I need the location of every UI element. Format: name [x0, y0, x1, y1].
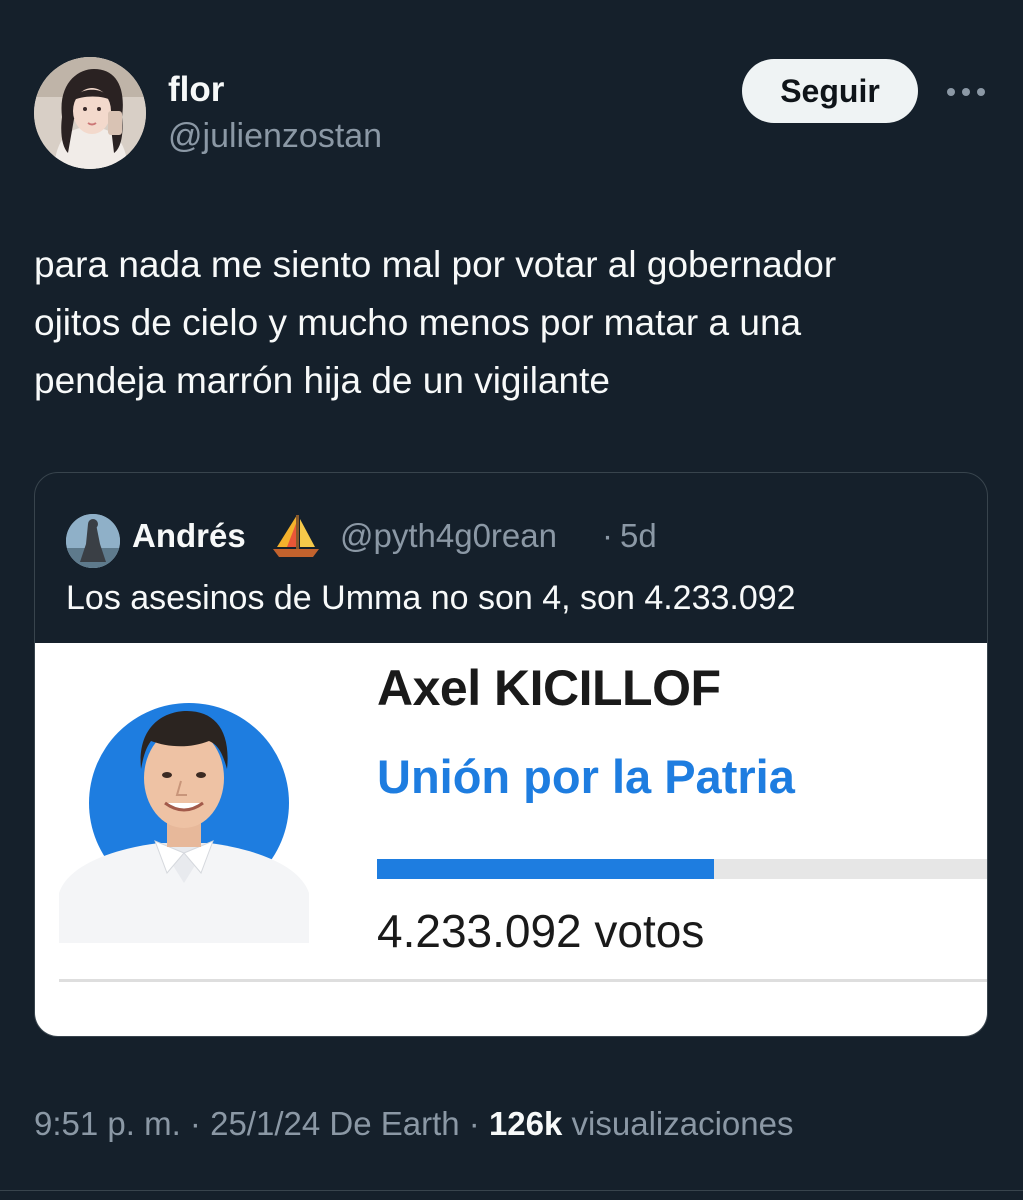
tweet-text-line: para nada me siento mal por votar al gob… [34, 244, 837, 285]
quote-timestamp[interactable]: 5d [620, 514, 657, 558]
quoted-tweet-card[interactable]: Andrés @pyth4g0rean · 5d Los asesinos de… [34, 472, 988, 1037]
separator-dot: · [189, 1105, 201, 1142]
quote-text: Los asesinos de Umma no son 4, son 4.233… [66, 579, 796, 617]
bottom-divider [0, 1190, 1023, 1191]
candidate-votes: 4.233.092 votos [377, 905, 705, 957]
tweet-time[interactable]: 9:51 p. m. [34, 1105, 181, 1142]
author-avatar[interactable] [34, 57, 146, 169]
more-options-button[interactable] [938, 72, 994, 112]
sailboat-emoji [271, 513, 321, 559]
vote-progress-bar [377, 859, 987, 879]
quote-author-avatar[interactable] [66, 514, 120, 568]
quote-author-handle[interactable]: @pyth4g0rean [340, 514, 557, 558]
tweet-source: De Earth [329, 1105, 460, 1142]
media-divider [59, 979, 987, 982]
author-handle[interactable]: @julienzostan [168, 114, 382, 158]
views-count[interactable]: 126k [489, 1105, 562, 1142]
candidate-party: Unión por la Patria [377, 750, 795, 803]
tweet-date[interactable]: 25/1/24 [210, 1105, 320, 1142]
views-label: visualizaciones [571, 1105, 794, 1142]
tweet-text: para nada me siento mal por votar al gob… [34, 236, 994, 410]
separator-dot: · [602, 517, 613, 554]
follow-button[interactable]: Seguir [742, 59, 918, 123]
separator-dot: · [468, 1105, 480, 1142]
tweet-text-line: pendeja marrón hija de un vigilante [34, 360, 610, 401]
quote-media-image[interactable]: Axel KICILLOF Unión por la Patria 4.233.… [35, 643, 987, 1036]
quote-author-name[interactable]: Andrés [132, 514, 246, 558]
tweet-meta: 9:51 p. m. · 25/1/24 De Earth · 126k vis… [34, 1102, 794, 1146]
candidate-name: Axel KICILLOF [377, 660, 721, 716]
tweet-text-line: ojitos de cielo y mucho menos por matar … [34, 302, 802, 343]
author-display-name[interactable]: flor [168, 68, 224, 112]
more-horizontal-icon [947, 88, 985, 96]
candidate-photo [59, 683, 309, 943]
vote-progress-fill [377, 859, 714, 879]
